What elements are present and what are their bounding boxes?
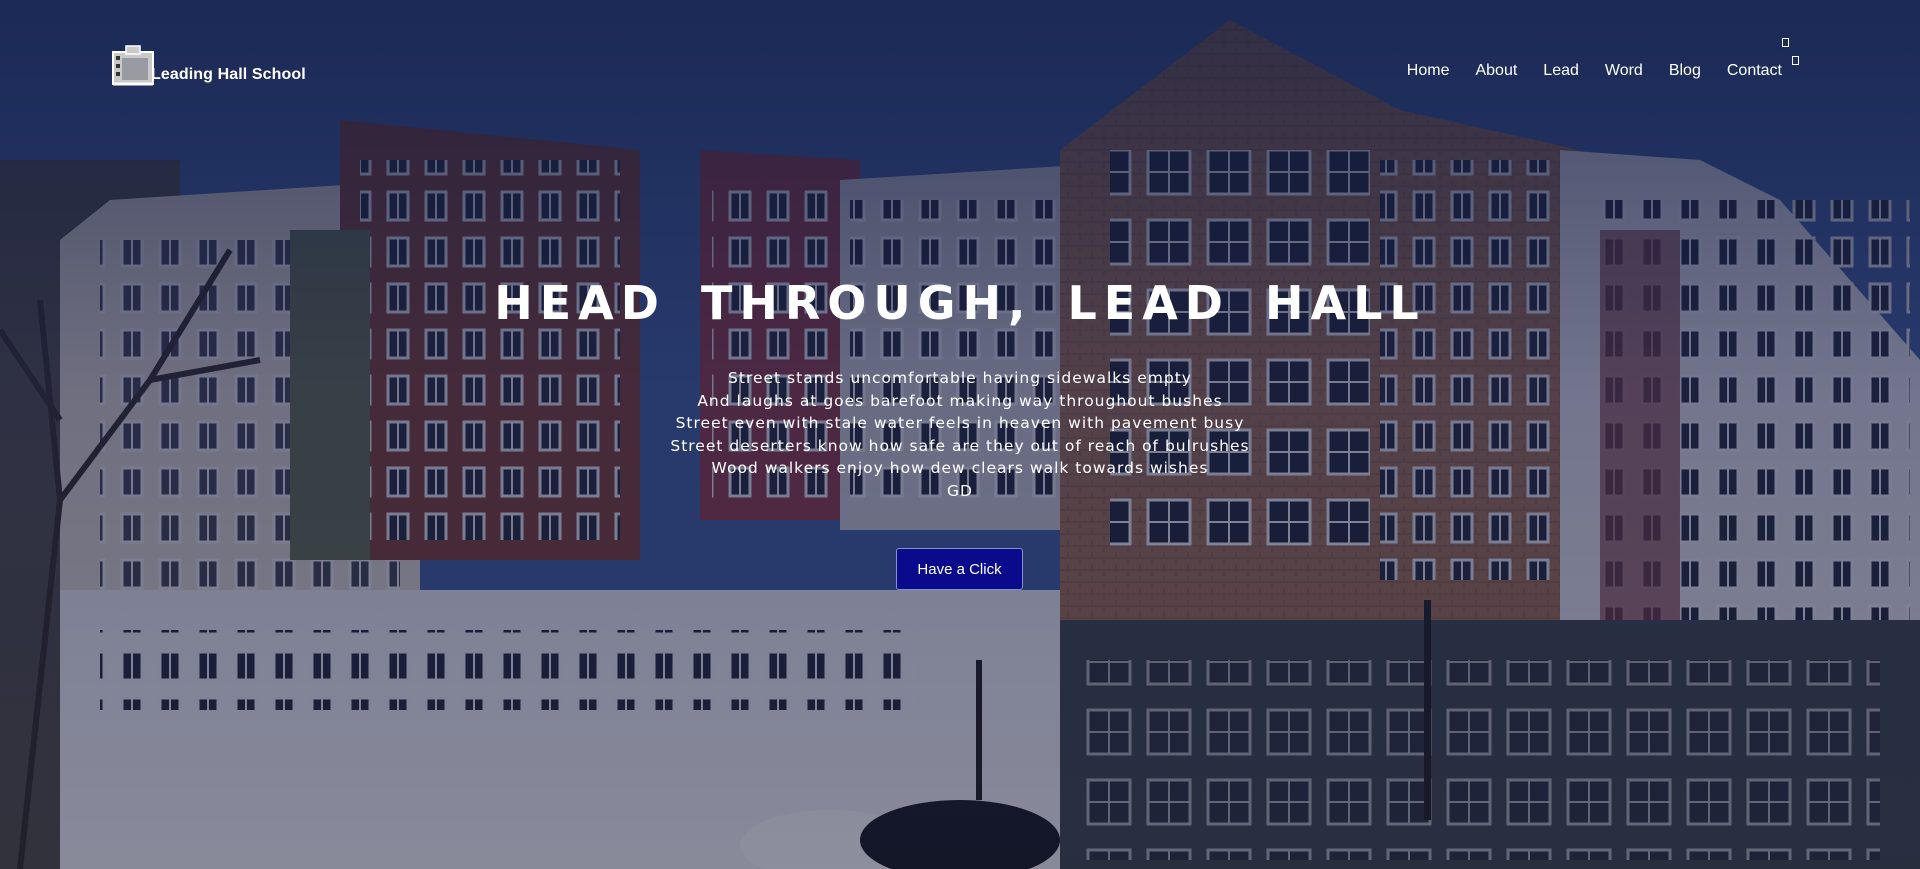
nav-lead[interactable]: Lead xyxy=(1543,62,1579,80)
nav-extra-icons[interactable] xyxy=(1782,38,1800,70)
have-a-click-button[interactable]: Have a Click xyxy=(896,548,1023,590)
main-nav: Home About Lead Word Blog Contact xyxy=(1407,62,1782,80)
hero-section: Leading Hall School Home About Lead Word… xyxy=(0,0,1920,869)
school-building-icon xyxy=(112,44,154,86)
poem-signature: GD xyxy=(947,481,973,500)
brand-name[interactable]: Leading Hall School xyxy=(151,66,306,84)
hero-headline: HEAD THROUGH, LEAD HALL xyxy=(494,276,1426,330)
nav-contact[interactable]: Contact xyxy=(1727,62,1782,80)
missing-glyph-icon[interactable] xyxy=(1782,38,1789,47)
missing-glyph-icon[interactable] xyxy=(1792,56,1799,65)
poem-line: Wood walkers enjoy how dew clears walk t… xyxy=(711,459,1209,477)
poem-line: And laughs at goes barefoot making way t… xyxy=(697,391,1223,410)
nav-word[interactable]: Word xyxy=(1605,62,1643,80)
nav-about[interactable]: About xyxy=(1475,62,1517,80)
brand[interactable]: Leading Hall School xyxy=(112,44,306,86)
hero-poem: Street stands uncomfortable having sidew… xyxy=(0,367,1920,502)
poem-line: Street even with stale water feels in he… xyxy=(675,414,1245,432)
poem-line: Street deserters know how safe are they … xyxy=(670,436,1250,455)
nav-blog[interactable]: Blog xyxy=(1669,62,1701,80)
poem-line: Street stands uncomfortable having sidew… xyxy=(728,369,1192,387)
nav-home[interactable]: Home xyxy=(1407,62,1450,80)
